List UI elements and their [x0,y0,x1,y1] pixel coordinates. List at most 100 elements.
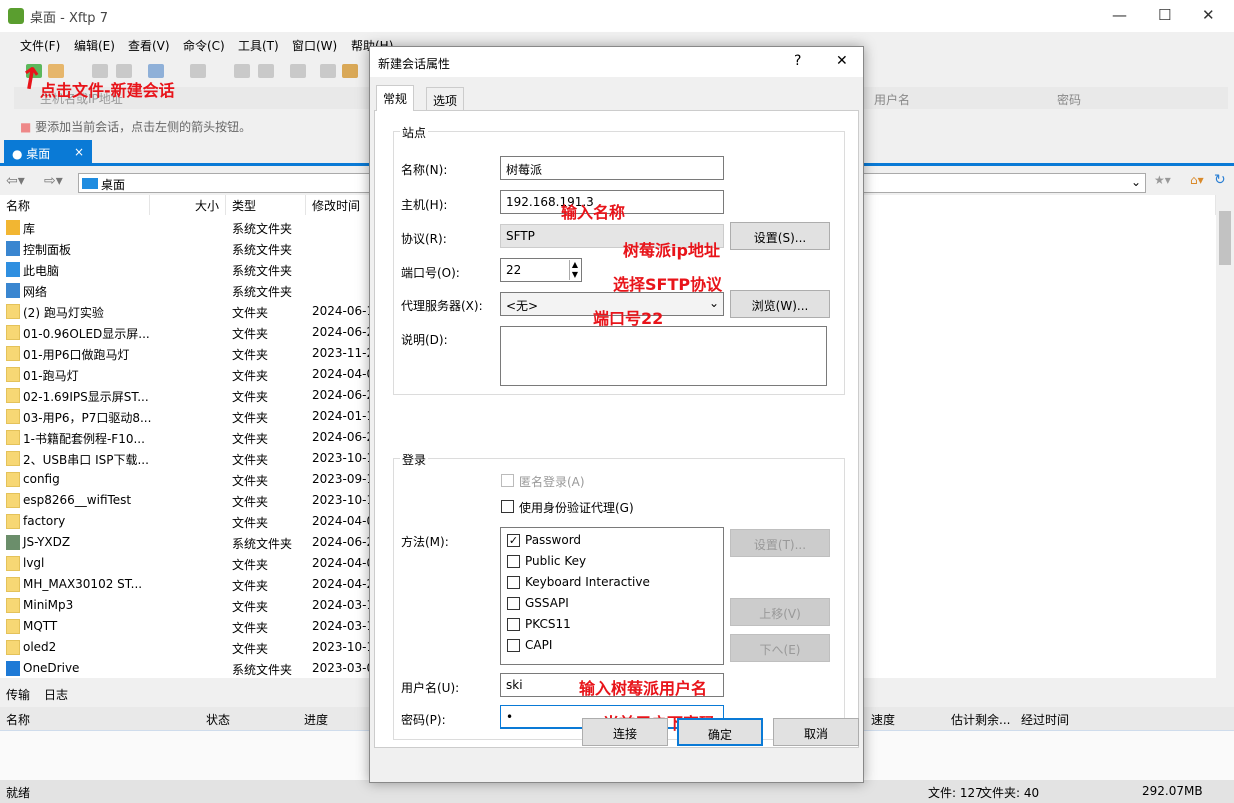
connect-button[interactable]: 连接 [582,718,668,746]
method-checkbox[interactable] [507,639,520,652]
forward-icon[interactable]: ⇨▾ [44,173,63,189]
network-icon [6,283,20,298]
file-date: 2023-11-2 [312,346,375,360]
file-date: 2023-10-1 [312,493,375,507]
play-icon[interactable] [190,64,206,78]
folder-icon [6,388,20,403]
menu-window[interactable]: 窗口(W) [292,37,337,54]
method-settings-button[interactable]: 设置(T)... [730,529,830,557]
menu-view[interactable]: 查看(V) [128,37,170,54]
tab-transfer[interactable]: 传输 [6,686,30,703]
port-input[interactable]: 22 ▲ ▼ [500,258,582,282]
menu-tools[interactable]: 工具(T) [238,37,279,54]
folder-icon [6,409,20,424]
disconnect-icon[interactable] [116,64,132,78]
scrollbar-thumb[interactable] [1219,211,1231,265]
file-type: 系统文件夹 [232,537,293,551]
tab-options[interactable]: 选项 [426,87,465,111]
minimize-icon[interactable]: — [1112,6,1127,24]
file-type: 系统文件夹 [232,663,293,677]
tab-close-icon[interactable]: × [74,145,84,159]
transfer-col-eta[interactable]: 估计剩余... [951,711,1010,728]
refresh-icon[interactable]: ↻ [1214,172,1226,188]
favorite-icon[interactable]: ★▾ [1154,173,1171,187]
new-window-icon[interactable] [148,64,164,78]
username-column: 用户名 [874,93,911,107]
transfer-col-status[interactable]: 状态 [206,711,230,728]
transfer-col-elapsed[interactable]: 经过时间 [1021,711,1069,728]
column-name[interactable]: 名称 [0,195,150,215]
bookmark-arrow-icon[interactable]: ■ [20,120,35,134]
tab-log[interactable]: 日志 [44,686,68,703]
file-name: 01-用P6口做跑马灯 [23,348,130,362]
back-icon[interactable]: ⇦▾ [6,173,25,189]
method-checkbox[interactable]: ✓ [507,534,520,547]
menu-edit[interactable]: 编辑(E) [74,37,115,54]
move-down-button[interactable]: 下へ(E) [730,634,830,662]
path-dropdown-icon[interactable]: ⌄ [1131,175,1141,189]
file-name: lvgl [23,556,45,570]
description-input[interactable] [500,326,827,386]
column-size[interactable]: 大小 [150,195,226,215]
forward-page-icon[interactable] [258,64,274,78]
help-icon[interactable]: ? [794,53,801,69]
password-column: 密码 [1057,93,1082,107]
transfer-col-progress[interactable]: 进度 [304,711,328,728]
method-checkbox[interactable] [507,555,520,568]
connect-icon[interactable] [92,64,108,78]
browse-button[interactable]: 浏览(W)... [730,290,830,318]
folder-icon [6,346,20,361]
dialog-close-icon[interactable]: ✕ [836,53,848,69]
back-page-icon[interactable] [234,64,250,78]
file-date: 2023-03-0 [312,661,375,675]
open-folder-icon[interactable] [48,64,64,78]
agent-label: 使用身份验证代理(G) [519,501,634,515]
method-checkbox[interactable] [507,618,520,631]
transfer-col-name[interactable]: 名称 [6,711,30,728]
method-label: Password [525,533,582,547]
method-checkbox[interactable] [507,576,520,589]
tab-general[interactable]: 常规 [376,85,415,111]
protocol-settings-button[interactable]: 设置(S)... [730,222,830,250]
file-name: config [23,472,60,486]
maximize-icon[interactable]: ☐ [1158,6,1171,24]
transfer-icon[interactable] [290,64,306,78]
menu-command[interactable]: 命令(C) [183,37,225,54]
file-name: (2) 跑马灯实验 [23,306,104,320]
protocol-label: 协议(R): [401,232,447,246]
file-date: 2024-03-1 [312,619,375,633]
hint-text: 要添加当前会话，点击左侧的箭头按钮。 [35,120,252,134]
port-stepper[interactable]: ▲ ▼ [568,260,580,280]
file-name: oled2 [23,640,57,654]
copy-icon[interactable] [320,64,336,78]
file-name: 此电脑 [23,264,60,278]
file-name: MH_MAX30102 ST... [23,577,143,591]
file-date: 2023-10-1 [312,451,375,465]
status-text: 就绪 [6,786,31,800]
cancel-button[interactable]: 取消 [773,718,859,746]
anonymous-checkbox[interactable] [501,474,514,487]
paste-icon[interactable] [342,64,358,78]
annotation-protocol: 选择SFTP协议 [613,275,723,294]
column-type[interactable]: 类型 [226,195,306,215]
method-list[interactable]: ✓ Password Public Key Keyboard Interactive G… [500,527,724,665]
tab-desktop[interactable]: ● 桌面 × [4,140,92,166]
transfer-col-speed[interactable]: 速度 [871,711,895,728]
method-checkbox[interactable] [507,597,520,610]
file-type: 文件夹 [232,600,269,614]
file-list-scrollbar[interactable] [1216,195,1234,678]
name-input[interactable]: 树莓派 [500,156,724,180]
file-type: 文件夹 [232,306,269,320]
ok-button[interactable]: 确定 [677,718,763,746]
file-name: 1-书籍配套例程-F10... [23,432,145,446]
total-size: 292.07MB [1142,784,1203,798]
agent-checkbox[interactable] [501,500,514,513]
close-icon[interactable]: ✕ [1202,6,1215,24]
folder-icon [6,472,20,487]
menu-file[interactable]: 文件(F) [20,37,60,54]
username-label: 用户名(U): [401,681,460,695]
general-panel: 站点 名称(N): 树莓派 主机(H): 192.168.191.3 协议(R)… [374,110,859,748]
move-up-button[interactable]: 上移(V) [730,598,830,626]
site-group-label: 站点 [400,124,429,141]
home-icon[interactable]: ⌂▾ [1190,173,1204,187]
